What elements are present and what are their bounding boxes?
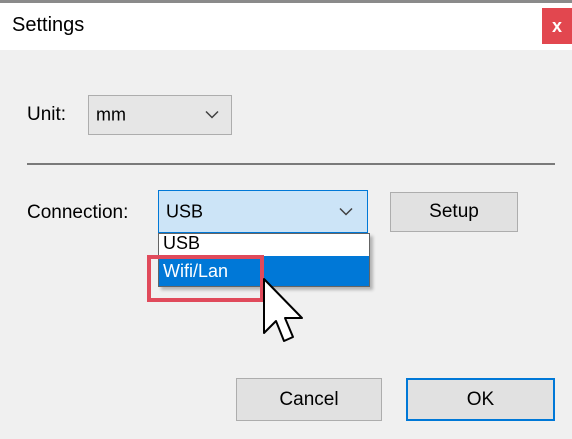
- close-button[interactable]: x: [542, 8, 572, 44]
- unit-select-value: mm: [96, 104, 126, 125]
- close-icon: x: [551, 15, 562, 36]
- title-bar: Settings x: [0, 0, 572, 50]
- unit-select[interactable]: mm: [88, 95, 232, 135]
- chevron-down-icon: [339, 207, 353, 216]
- settings-dialog: Settings x Unit: mm Connection: USB Setu…: [0, 0, 572, 439]
- top-edge-divider: [0, 0, 572, 3]
- setup-button[interactable]: Setup: [390, 192, 518, 232]
- section-divider: [27, 163, 555, 165]
- connection-label: Connection:: [27, 202, 129, 223]
- cancel-button[interactable]: Cancel: [236, 378, 382, 421]
- unit-label: Unit:: [27, 104, 67, 125]
- arrow-cursor-icon: [263, 278, 303, 342]
- connection-select-value: USB: [166, 201, 204, 221]
- highlight-annotation-box: [147, 255, 264, 302]
- connection-select[interactable]: USB: [158, 190, 368, 233]
- dropdown-option-usb[interactable]: USB: [159, 234, 369, 256]
- ok-button[interactable]: OK: [406, 378, 555, 421]
- dialog-title: Settings: [12, 14, 85, 36]
- chevron-down-icon: [205, 110, 219, 119]
